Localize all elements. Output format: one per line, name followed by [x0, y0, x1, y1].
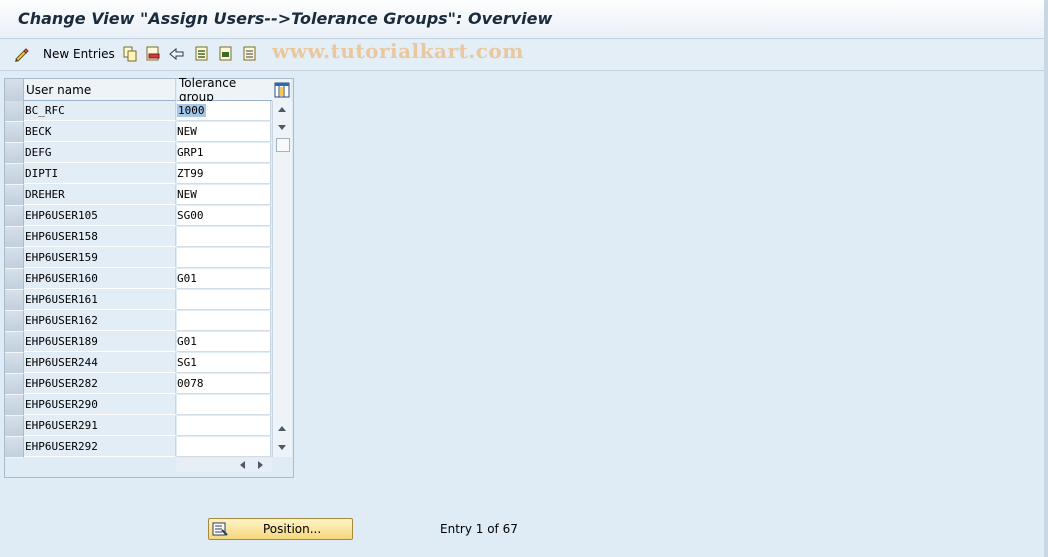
row-selector[interactable] — [5, 206, 24, 227]
cell-user-name: EHP6USER244 — [24, 353, 176, 373]
cell-user-name: DIPTI — [24, 164, 176, 184]
delete-icon — [145, 46, 161, 62]
cell-tolerance-group-input[interactable]: 0078 — [177, 374, 271, 394]
position-button[interactable]: Position... — [208, 518, 353, 540]
table-settings-button[interactable] — [272, 79, 291, 102]
cell-tolerance-group-input[interactable] — [177, 311, 271, 331]
table-control: User name Tolerance group BC_RFC 1000 BECK… — [4, 75, 294, 478]
row-selector[interactable] — [5, 227, 24, 248]
copy-as-icon — [122, 46, 138, 62]
delete-button[interactable] — [145, 43, 161, 65]
column-header-tolerance-group-label: Tolerance group — [179, 75, 237, 104]
cell-tolerance-group-input[interactable]: SG00 — [177, 206, 271, 226]
scroll-thumb[interactable] — [276, 138, 290, 152]
cell-user-name: EHP6USER291 — [24, 416, 176, 436]
title-bar: Change View "Assign Users-->Tolerance Gr… — [0, 0, 1048, 39]
scroll-page-up-icon[interactable] — [278, 426, 286, 431]
row-selector[interactable] — [5, 143, 24, 164]
cell-user-name: EHP6USER161 — [24, 290, 176, 310]
row-selector[interactable] — [5, 248, 24, 269]
position-button-label: Position... — [263, 522, 322, 536]
application-toolbar: New Entries www.tutorialkart.com — [0, 39, 1048, 71]
horizontal-scrollbar[interactable] — [176, 458, 272, 472]
column-header-tolerance-group[interactable]: Tolerance group — [177, 75, 272, 104]
cell-tolerance-group-input[interactable] — [177, 416, 271, 436]
cell-tolerance-group-input[interactable]: NEW — [177, 185, 271, 205]
cell-tolerance-group-input[interactable] — [177, 227, 271, 247]
entry-counter: Entry 1 of 67 — [440, 522, 518, 536]
scroll-left-icon[interactable] — [240, 461, 245, 469]
row-selector[interactable] — [5, 332, 24, 353]
scroll-page-down-icon[interactable] — [278, 445, 286, 450]
cell-user-name: EHP6USER158 — [24, 227, 176, 247]
column-header-user-name-label: User name — [26, 82, 92, 97]
cell-tolerance-group-input[interactable]: G01 — [177, 269, 271, 289]
cell-user-name: BECK — [24, 122, 176, 142]
undo-change-icon — [169, 46, 185, 62]
row-selector[interactable] — [5, 437, 24, 458]
table-settings-icon — [274, 82, 290, 98]
new-entries-button[interactable]: New Entries — [31, 43, 115, 65]
new-entries-label: New Entries — [43, 47, 115, 61]
row-selector[interactable] — [5, 290, 24, 311]
row-selector[interactable] — [5, 101, 24, 122]
cell-tolerance-group-input[interactable] — [177, 437, 271, 457]
row-selector[interactable] — [5, 269, 24, 290]
cell-user-name: DREHER — [24, 185, 176, 205]
cell-tolerance-group-input[interactable]: SG1 — [177, 353, 271, 373]
cell-user-name: EHP6USER282 — [24, 374, 176, 394]
selected-text: 1000 — [177, 104, 206, 117]
watermark: www.tutorialkart.com — [272, 39, 524, 63]
row-selector[interactable] — [5, 122, 24, 143]
vertical-scrollbar[interactable] — [272, 101, 292, 457]
page-title: Change View "Assign Users-->Tolerance Gr… — [18, 9, 553, 28]
undo-change-button[interactable] — [169, 43, 185, 65]
cell-tolerance-group-input[interactable]: ZT99 — [177, 164, 271, 184]
window-edge — [1044, 0, 1048, 557]
select-block-button[interactable] — [218, 43, 234, 65]
cell-tolerance-group-input[interactable]: NEW — [177, 122, 271, 142]
cell-user-name: DEFG — [24, 143, 176, 163]
row-selector[interactable] — [5, 416, 24, 437]
select-block-icon — [218, 46, 234, 62]
cell-tolerance-group-input[interactable] — [177, 248, 271, 268]
row-selector[interactable] — [5, 395, 24, 416]
row-selector[interactable] — [5, 353, 24, 374]
scroll-right-icon[interactable] — [258, 461, 263, 469]
select-all-button[interactable] — [194, 43, 210, 65]
display-change-button[interactable] — [14, 43, 30, 65]
cell-user-name: EHP6USER159 — [24, 248, 176, 268]
deselect-all-button[interactable] — [242, 43, 258, 65]
cell-tolerance-group-input[interactable] — [177, 395, 271, 415]
cell-user-name: EHP6USER160 — [24, 269, 176, 289]
cell-tolerance-group-input[interactable]: G01 — [177, 332, 271, 352]
cell-user-name: EHP6USER292 — [24, 437, 176, 457]
select-all-icon — [194, 46, 210, 62]
cell-user-name: EHP6USER162 — [24, 311, 176, 331]
row-selector[interactable] — [5, 374, 24, 395]
row-selector[interactable] — [5, 185, 24, 206]
cell-tolerance-group-input[interactable]: 1000 — [177, 101, 271, 121]
cell-tolerance-group-input[interactable]: GRP1 — [177, 143, 271, 163]
cell-user-name: EHP6USER290 — [24, 395, 176, 415]
cell-user-name: EHP6USER105 — [24, 206, 176, 226]
row-selector[interactable] — [5, 164, 24, 185]
position-icon — [212, 521, 228, 537]
deselect-all-icon — [242, 46, 258, 62]
scroll-up-icon[interactable] — [278, 107, 286, 112]
copy-as-button[interactable] — [122, 43, 138, 65]
cell-user-name: EHP6USER189 — [24, 332, 176, 352]
display-change-icon — [14, 46, 30, 62]
row-selector[interactable] — [5, 311, 24, 332]
scroll-down-icon[interactable] — [278, 125, 286, 130]
cell-user-name: BC_RFC — [24, 101, 176, 121]
column-header-user-name[interactable]: User name — [24, 79, 176, 101]
select-all-rows-corner[interactable] — [5, 79, 24, 102]
cell-tolerance-group-input[interactable] — [177, 290, 271, 310]
